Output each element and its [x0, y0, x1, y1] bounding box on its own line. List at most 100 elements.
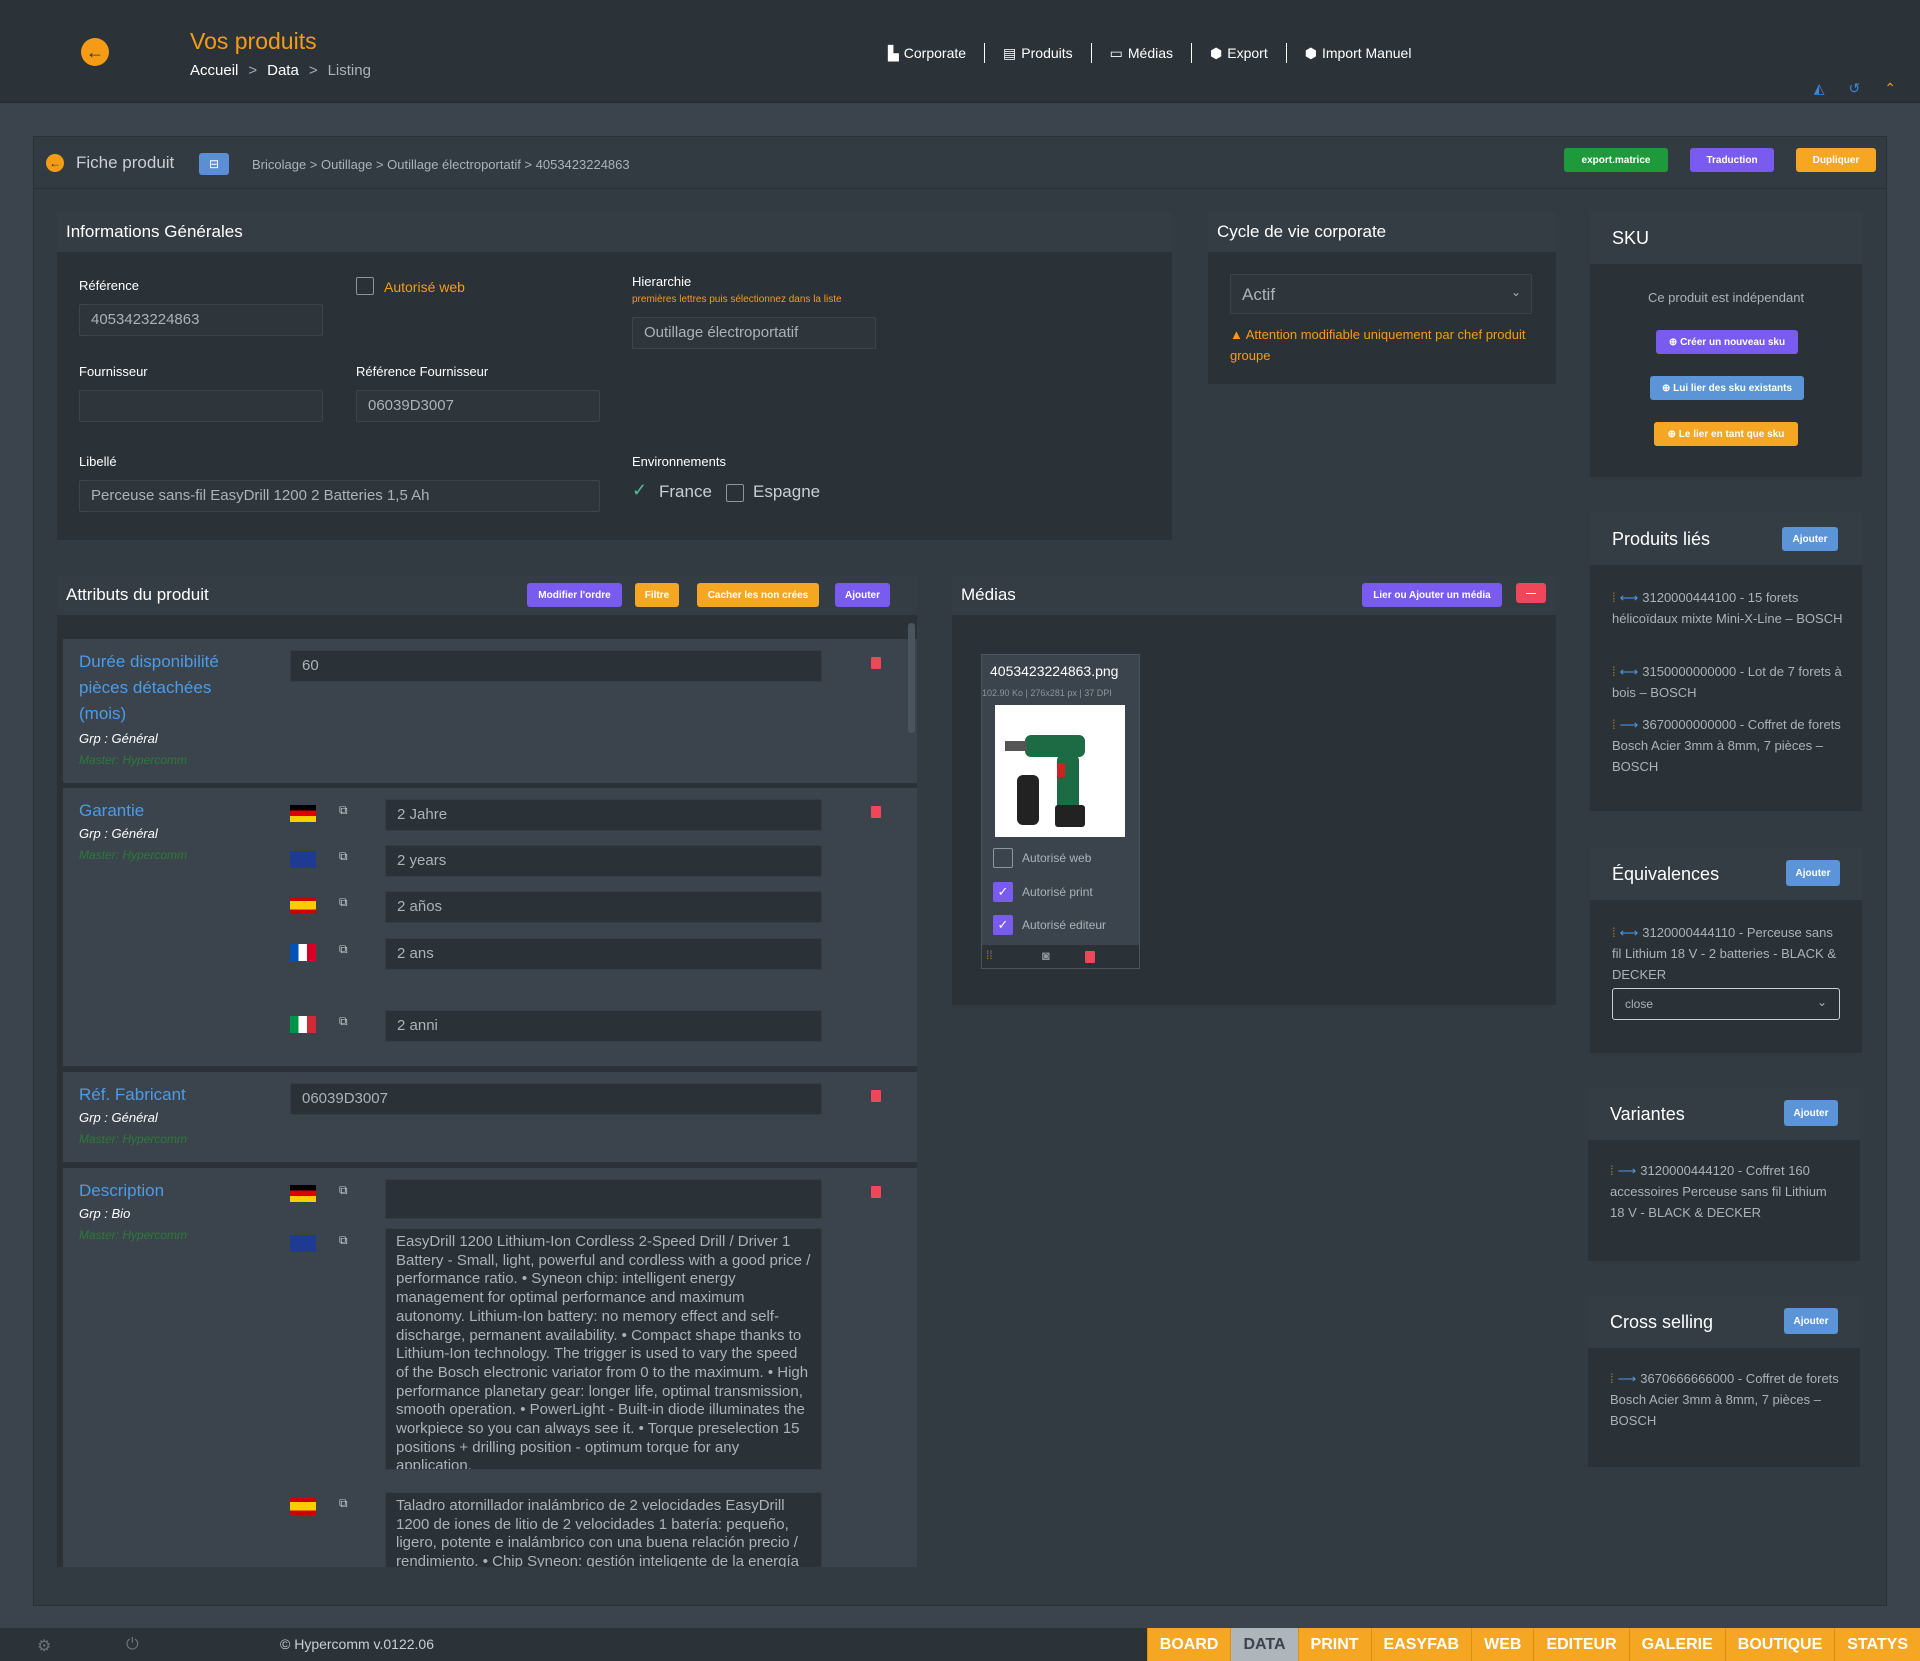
minus-button[interactable]: — [1516, 583, 1546, 603]
list-item[interactable]: ⁞ ⟷ 3150000000000 - Lot de 7 forets à bois… [1612, 661, 1844, 703]
tab-web[interactable]: WEB [1471, 1628, 1533, 1661]
list-item[interactable]: ⁞ ⟷ 3120000444110 - Perceuse sans fil Lith… [1612, 922, 1844, 985]
crumb-accueil[interactable]: Accueil [190, 62, 238, 79]
list-item[interactable]: ⁞ ⟶ 3120000444120 - Coffret 160 accessoire… [1610, 1160, 1842, 1223]
nav-import[interactable]: ⬢ Import Manuel [1287, 43, 1430, 63]
translate-icon[interactable]: ⧉ [339, 1183, 348, 1198]
camera-icon[interactable]: ◙ [1042, 948, 1050, 963]
espagne-checkbox[interactable] [726, 484, 744, 502]
power-icon[interactable]: ⏻ [126, 1636, 139, 1654]
flag-fr-icon [290, 944, 316, 961]
tab-board[interactable]: BOARD [1146, 1628, 1231, 1661]
translate-icon[interactable]: ⧉ [339, 803, 348, 818]
translate-icon[interactable]: ⧉ [339, 1233, 348, 1248]
attr-input-en[interactable]: 2 years [385, 845, 822, 877]
translate-icon[interactable]: ⧉ [339, 895, 348, 910]
cross-add-button[interactable]: Ajouter [1784, 1308, 1838, 1334]
tab-easyfab[interactable]: EASYFAB [1370, 1628, 1472, 1661]
ref-input[interactable]: 4053423224863 [79, 304, 323, 336]
trash-icon[interactable] [1085, 951, 1095, 963]
equiv-select[interactable]: close ⌄ [1612, 988, 1840, 1020]
top-bar: ← Vos produits Accueil > Data > Listing ▙ C… [0, 0, 1920, 103]
cycle-select[interactable]: Actif ⌄ [1230, 274, 1532, 314]
back-arrow-icon[interactable]: ← [81, 38, 109, 66]
nav-export[interactable]: ⬢ Export [1192, 43, 1287, 63]
tab-print[interactable]: PRINT [1297, 1628, 1371, 1661]
tab-boutique[interactable]: BOUTIQUE [1724, 1628, 1834, 1661]
order-button[interactable]: Modifier l'ordre [527, 583, 622, 607]
translate-icon[interactable]: ⧉ [339, 1496, 348, 1511]
back-circle-icon[interactable]: ← [46, 154, 64, 172]
web-checkbox[interactable] [356, 277, 374, 295]
media-web-checkbox[interactable] [993, 848, 1013, 868]
gear-icon[interactable]: ⚙ [37, 1636, 51, 1656]
create-sku-button[interactable]: ⊕ Créer un nouveau sku [1656, 330, 1798, 354]
tab-data[interactable]: DATA [1230, 1628, 1298, 1661]
attr-input[interactable]: 60 [290, 650, 822, 682]
trash-icon[interactable] [871, 657, 881, 669]
image-icon: ▭ [1109, 44, 1123, 61]
desc-input-es[interactable]: Taladro atornillador inalámbrico de 2 ve… [385, 1492, 822, 1567]
nav-produits[interactable]: ▤ Produits [985, 43, 1092, 63]
translate-icon[interactable]: ⧉ [339, 942, 348, 957]
dupliquer-button[interactable]: Dupliquer [1796, 148, 1876, 172]
desc-input-en[interactable]: EasyDrill 1200 Lithium-Ion Cordless 2-Sp… [385, 1228, 822, 1470]
trash-icon[interactable] [871, 1186, 881, 1198]
as-sku-button[interactable]: ⊕ Le lier en tant que sku [1654, 422, 1798, 446]
lies-add-button[interactable]: Ajouter [1782, 527, 1838, 551]
media-edit-checkbox[interactable]: ✓ [993, 915, 1013, 935]
media-web-label: Autorisé web [1022, 851, 1092, 865]
link-media-button[interactable]: Lier ou Ajouter un média [1362, 583, 1502, 607]
nav-medias[interactable]: ▭ Médias [1092, 43, 1193, 63]
reffour-input[interactable]: 06039D3007 [356, 390, 600, 422]
web-label: Autorisé web [384, 279, 465, 295]
translate-icon[interactable]: ⧉ [339, 849, 348, 864]
tab-galerie[interactable]: GALERIE [1628, 1628, 1725, 1661]
export-matrice-button[interactable]: export.matrice [1564, 148, 1668, 172]
attr-input-es[interactable]: 2 años [385, 891, 822, 923]
desc-input-de[interactable] [385, 1179, 822, 1219]
chevron-up-icon[interactable]: ⌃ [1884, 80, 1896, 97]
list-item[interactable]: ⁞ ⟶ 3670000000000 - Coffret de forets Bosc… [1612, 714, 1844, 777]
translate-icon[interactable]: ⧉ [339, 1014, 348, 1029]
tab-editeur[interactable]: EDITEUR [1533, 1628, 1628, 1661]
four-input[interactable] [79, 390, 323, 422]
flag-en-icon [290, 1235, 316, 1252]
list-item[interactable]: ⁞ ⟷ 3120000444100 - 15 forets hélicoïdaux … [1612, 587, 1844, 629]
product-image[interactable] [995, 705, 1125, 837]
traduction-button[interactable]: Traduction [1690, 148, 1774, 172]
cycle-title: Cycle de vie corporate [1208, 212, 1556, 252]
add-attr-button[interactable]: Ajouter [835, 583, 890, 607]
crumb-data[interactable]: Data [267, 62, 299, 79]
check-icon[interactable]: ✓ [632, 480, 647, 501]
attr-input[interactable]: 06039D3007 [290, 1083, 822, 1115]
tree-icon[interactable]: ⊟ [199, 153, 229, 175]
attr-input-it[interactable]: 2 anni [385, 1010, 822, 1042]
hide-button[interactable]: Cacher les non crées [697, 583, 819, 607]
chart-line-icon[interactable]: ◭ [1814, 80, 1825, 97]
attr-grp: Grp : Général [79, 731, 158, 746]
filtre-button[interactable]: Filtre [635, 583, 679, 607]
sku-panel: SKU Ce produit est indépendant ⊕ Créer u… [1590, 212, 1862, 477]
flag-it-icon [290, 1016, 316, 1033]
link-sku-button[interactable]: ⊕ Lui lier des sku existants [1650, 376, 1804, 400]
variantes-add-button[interactable]: Ajouter [1784, 1100, 1838, 1126]
list-item[interactable]: ⁞ ⟶ 3670666666000 - Coffret de forets Bosc… [1610, 1368, 1842, 1431]
history-icon[interactable]: ↺ [1849, 80, 1861, 97]
lib-input[interactable]: Perceuse sans-fil EasyDrill 1200 2 Batte… [79, 480, 600, 512]
hier-input[interactable]: Outillage électroportatif [632, 317, 876, 349]
media-print-checkbox[interactable]: ✓ [993, 882, 1013, 902]
trash-icon[interactable] [871, 1090, 881, 1102]
nav-corporate[interactable]: ▙ Corporate [870, 43, 986, 63]
equiv-add-button[interactable]: Ajouter [1786, 860, 1840, 886]
tab-statys[interactable]: STATYS [1834, 1628, 1920, 1661]
flag-es-icon [290, 1498, 316, 1515]
attr-master: Master: Hypercomm [79, 1132, 188, 1146]
drag-icon[interactable]: ⁞⁞ [986, 948, 993, 962]
trash-icon[interactable] [871, 806, 881, 818]
scrollbar[interactable] [908, 623, 915, 733]
attr-input-fr[interactable]: 2 ans [385, 938, 822, 970]
cross-panel: Cross selling Ajouter ⁞ ⟶ 3670666666000 - … [1588, 1296, 1860, 1467]
flag-es-icon [290, 897, 316, 914]
attr-input-de[interactable]: 2 Jahre [385, 799, 822, 831]
